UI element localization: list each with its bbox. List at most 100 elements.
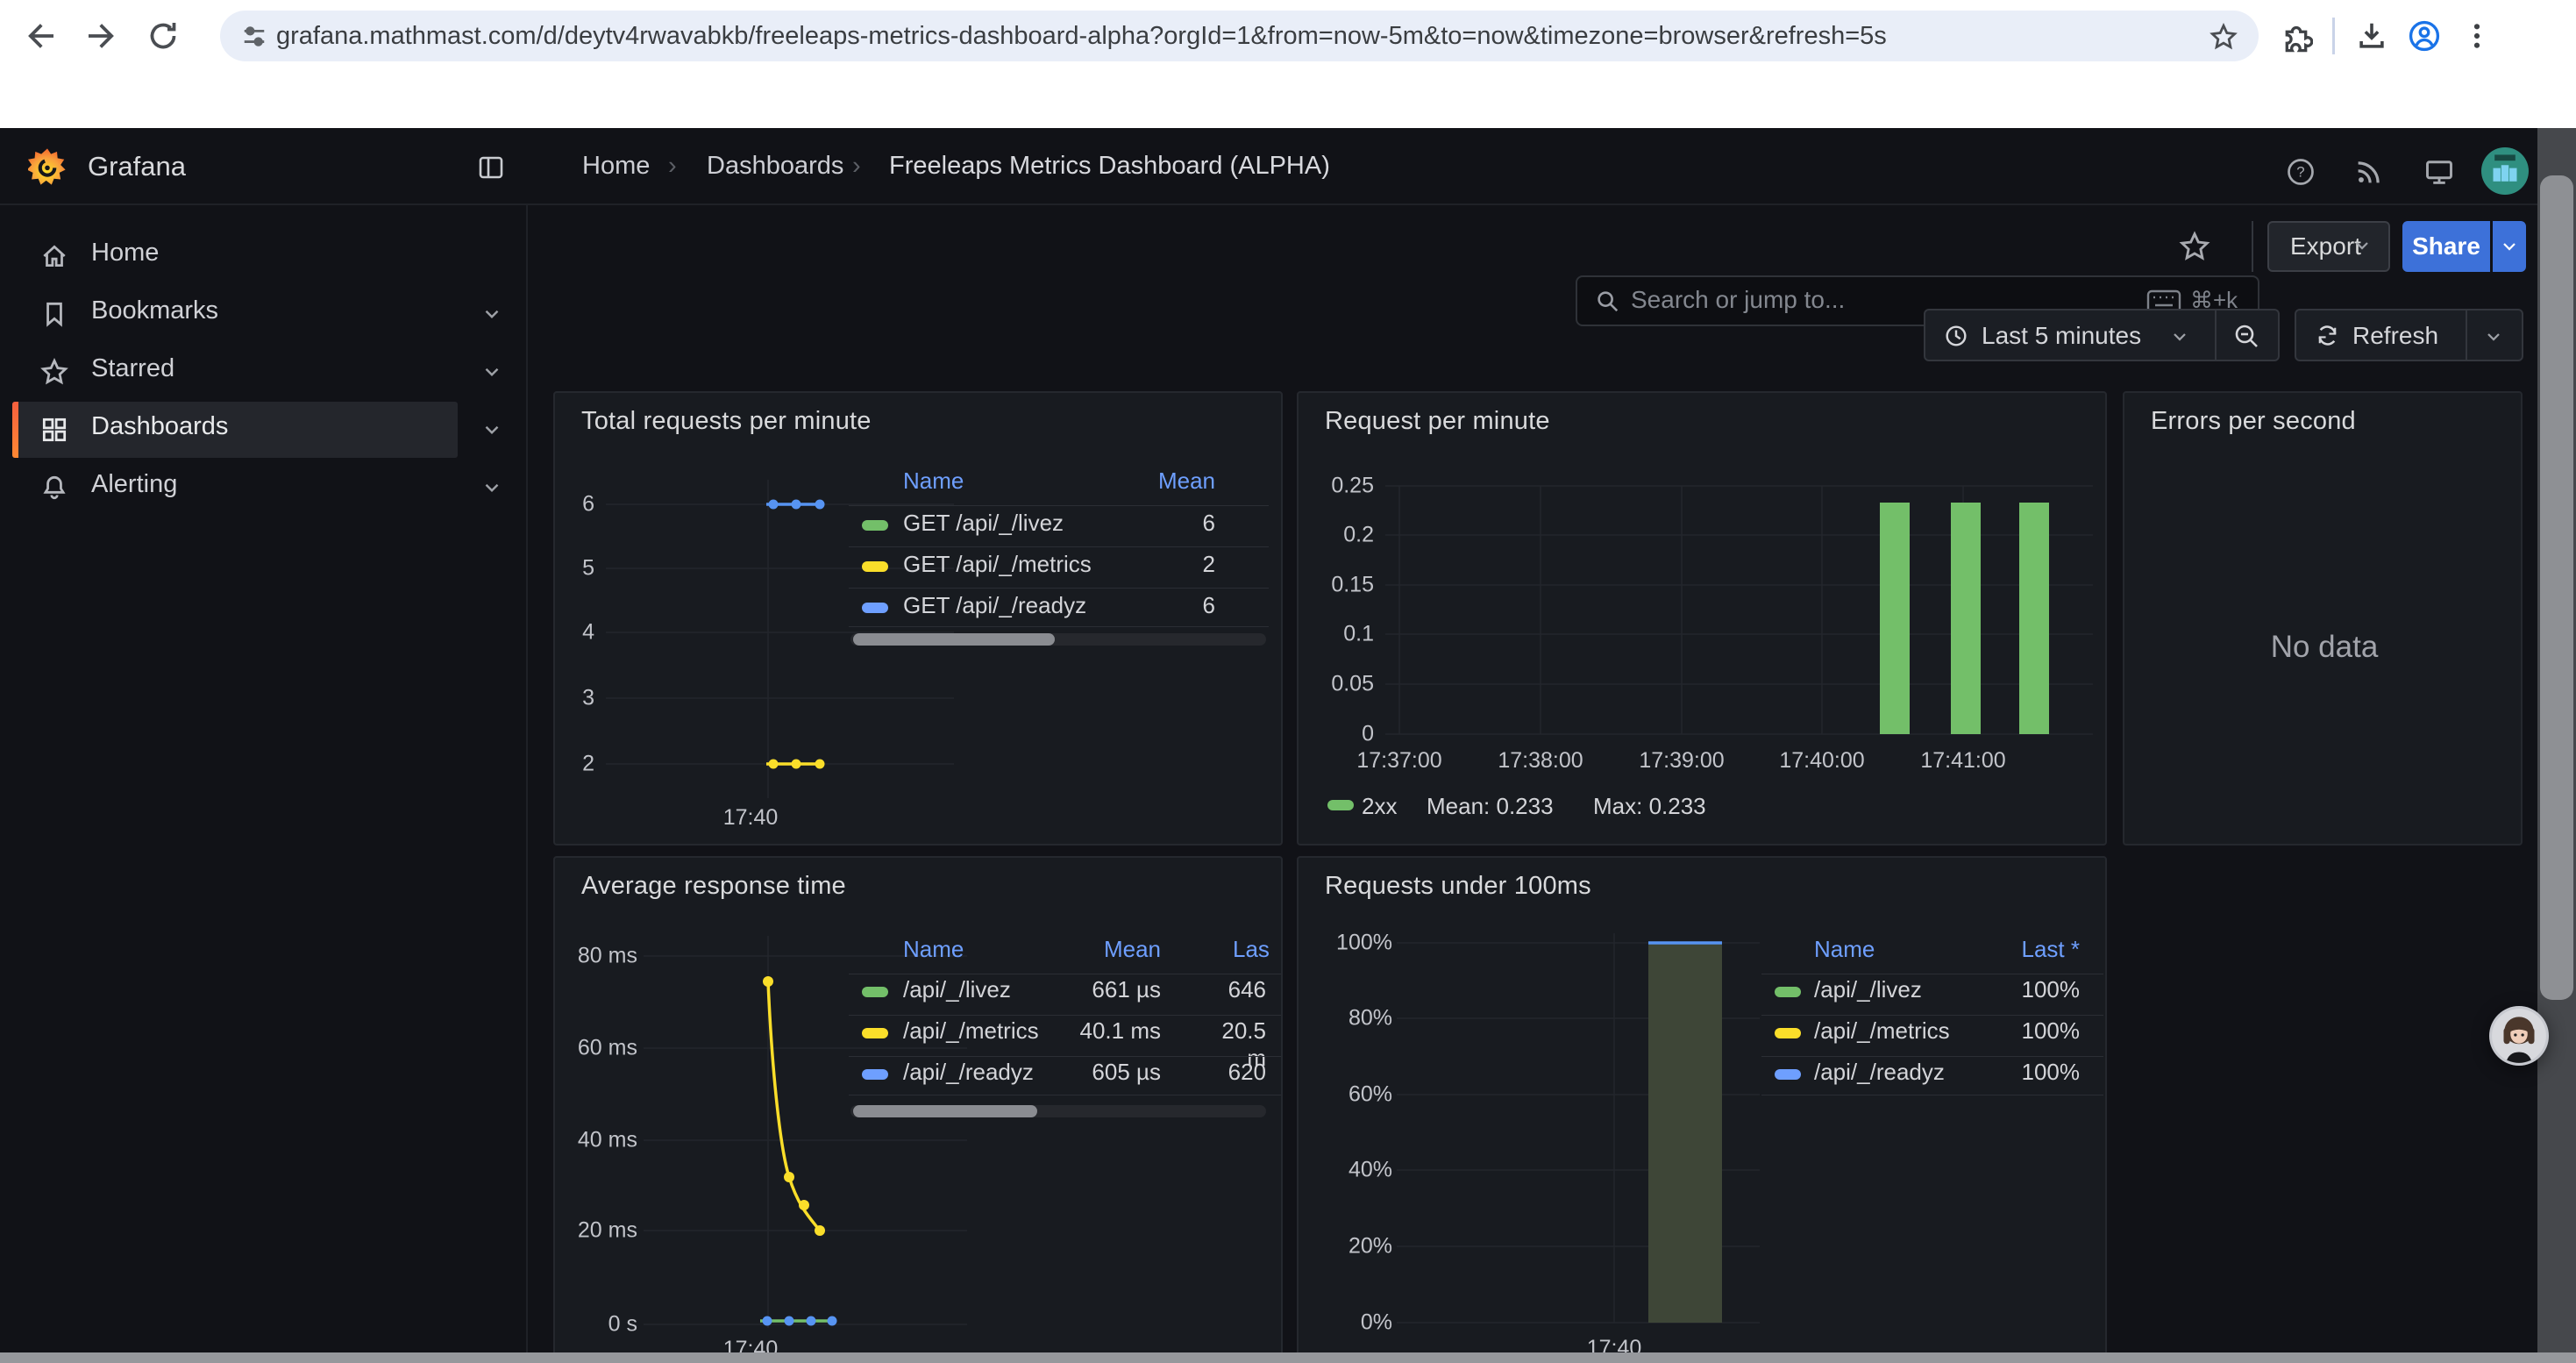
bookmark-star-icon[interactable] <box>2209 22 2238 52</box>
browser-toolbar: grafana.mathmast.com/d/deytv4rwavabkb/fr… <box>0 0 2576 72</box>
legend-name[interactable]: GET /api/_/metrics <box>903 551 1092 578</box>
sidebar-item-home[interactable]: Home <box>91 239 159 268</box>
download-icon[interactable] <box>2355 19 2388 53</box>
legend-name[interactable]: /api/_/livez <box>1814 976 1922 1003</box>
legend-value: 646 <box>1212 976 1266 1003</box>
floating-assistant-avatar[interactable] <box>2489 1006 2549 1066</box>
legend-scrollbar-thumb[interactable] <box>853 633 1055 646</box>
panel-title[interactable]: Average response time <box>581 872 846 901</box>
menu-kebab-icon[interactable] <box>2460 19 2494 53</box>
series-pill[interactable] <box>1775 1028 1801 1038</box>
panel-avg-response-time[interactable]: Average response time 80 ms 60 ms 40 ms … <box>553 856 1283 1363</box>
legend-name[interactable]: 2xx <box>1362 793 1397 820</box>
legend-scrollbar-thumb[interactable] <box>853 1105 1037 1117</box>
panel-request-per-minute[interactable]: Request per minute 0.25 0.2 0.15 0.1 0.0… <box>1297 391 2107 846</box>
bookmark-icon[interactable] <box>39 299 69 329</box>
series-pill[interactable] <box>862 1028 888 1038</box>
page-scrollbar-thumb[interactable] <box>2540 175 2573 1000</box>
dashboards-grid-icon <box>39 415 69 445</box>
bookmarks-bar: Freeleaps 收藏博客 <box>0 72 2576 128</box>
legend-header-last[interactable]: Last * <box>1912 936 2080 963</box>
sidebar-item-alerting[interactable]: Alerting <box>91 470 177 499</box>
panel-total-requests[interactable]: Total requests per minute 6 5 4 3 2 17:4… <box>553 391 1283 846</box>
forward-icon[interactable] <box>84 18 119 54</box>
brand-title: Grafana <box>88 128 186 205</box>
panel-title[interactable]: Total requests per minute <box>581 407 872 436</box>
sidebar-item-dashboards[interactable] <box>12 402 458 458</box>
profile-icon[interactable] <box>2408 19 2441 53</box>
chevron-down-icon[interactable] <box>480 360 503 383</box>
extensions-icon[interactable] <box>2280 19 2313 53</box>
x-tick: 17:40:00 <box>1779 748 1864 774</box>
window-bottom-strip <box>0 1352 2576 1363</box>
legend-header-name[interactable]: Name <box>903 467 964 495</box>
breadcrumb-dashboards[interactable]: Dashboards <box>707 128 843 205</box>
series-pill[interactable] <box>862 1069 888 1080</box>
star-icon[interactable] <box>39 357 69 387</box>
grafana-logo[interactable] <box>28 147 67 186</box>
legend-name[interactable]: /api/_/metrics <box>903 1017 1039 1045</box>
y-tick: 0.25 <box>1299 474 1374 499</box>
y-tick: 0% <box>1299 1310 1392 1336</box>
series-pill[interactable] <box>862 987 888 997</box>
user-avatar[interactable] <box>2481 147 2529 195</box>
sidebar-item-starred[interactable]: Starred <box>91 354 174 383</box>
legend-separator <box>849 505 1269 506</box>
panel-title[interactable]: Request per minute <box>1325 407 1550 436</box>
time-range-picker[interactable]: Last 5 minutes <box>1924 309 2280 361</box>
legend-separator <box>849 1015 1283 1016</box>
series-pill[interactable] <box>1775 987 1801 997</box>
chevron-down-icon[interactable] <box>480 476 503 499</box>
legend-name[interactable]: /api/_/readyz <box>903 1059 1034 1086</box>
legend-scrollbar[interactable] <box>850 1105 1266 1117</box>
y-tick: 0.2 <box>1299 523 1374 548</box>
series-pill[interactable] <box>862 561 888 572</box>
sidebar-item-dashboards-label[interactable]: Dashboards <box>91 412 228 441</box>
refresh-interval-chevron-icon[interactable] <box>2483 326 2504 347</box>
legend-header-name[interactable]: Name <box>1814 936 1875 963</box>
legend-name[interactable]: GET /api/_/livez <box>903 510 1064 537</box>
panel-title[interactable]: Errors per second <box>2151 407 2356 436</box>
reload-icon[interactable] <box>146 18 181 54</box>
panel-requests-under-100ms[interactable]: Requests under 100ms 100% 80% 60% 40% 20… <box>1297 856 2107 1363</box>
legend-header-mean[interactable]: Mean <box>1028 936 1161 963</box>
favorite-star-icon[interactable] <box>2178 230 2211 263</box>
y-tick: 0.15 <box>1299 573 1374 598</box>
legend-name[interactable]: /api/_/livez <box>903 976 1011 1003</box>
legend-header-mean[interactable]: Mean <box>1081 467 1215 495</box>
news-rss-icon[interactable] <box>2353 156 2385 188</box>
back-icon[interactable] <box>23 18 58 54</box>
refresh-button[interactable]: Refresh <box>2295 309 2523 361</box>
zoom-out-icon[interactable] <box>2232 322 2260 350</box>
legend-value: 6 <box>1081 592 1215 619</box>
series-pill[interactable] <box>862 520 888 531</box>
chevron-down-icon[interactable] <box>480 418 503 441</box>
area-chart <box>1397 923 1783 1335</box>
panel-title[interactable]: Requests under 100ms <box>1325 872 1591 901</box>
x-tick: 17:38:00 <box>1498 748 1583 774</box>
legend-header-name[interactable]: Name <box>903 936 964 963</box>
panel-errors-per-second[interactable]: Errors per second No data <box>2123 391 2523 846</box>
share-button[interactable]: Share <box>2402 221 2490 272</box>
series-pill[interactable] <box>1775 1069 1801 1080</box>
breadcrumb-home[interactable]: Home <box>582 128 650 205</box>
y-tick: 6 <box>555 492 594 517</box>
sidebar-item-bookmarks[interactable]: Bookmarks <box>91 296 218 325</box>
help-icon[interactable]: ? <box>2285 156 2316 188</box>
legend-name[interactable]: GET /api/_/readyz <box>903 592 1086 619</box>
bell-icon[interactable] <box>39 473 69 503</box>
sidebar-toggle-icon[interactable] <box>477 153 505 182</box>
site-settings-icon[interactable] <box>241 23 267 49</box>
monitor-icon[interactable] <box>2423 156 2455 188</box>
x-tick: 17:41:00 <box>1920 748 2005 774</box>
home-icon[interactable] <box>39 241 69 271</box>
legend-scrollbar[interactable] <box>850 633 1266 646</box>
url-text[interactable]: grafana.mathmast.com/d/deytv4rwavabkb/fr… <box>276 11 1887 61</box>
breadcrumb-separator: › <box>668 128 677 205</box>
legend-header-last[interactable]: Las <box>1233 936 1270 963</box>
share-menu-button[interactable] <box>2493 221 2526 272</box>
legend-max: Max: 0.233 <box>1593 793 1706 820</box>
series-pill[interactable] <box>1327 800 1354 810</box>
chevron-down-icon[interactable] <box>480 303 503 325</box>
series-pill[interactable] <box>862 603 888 613</box>
